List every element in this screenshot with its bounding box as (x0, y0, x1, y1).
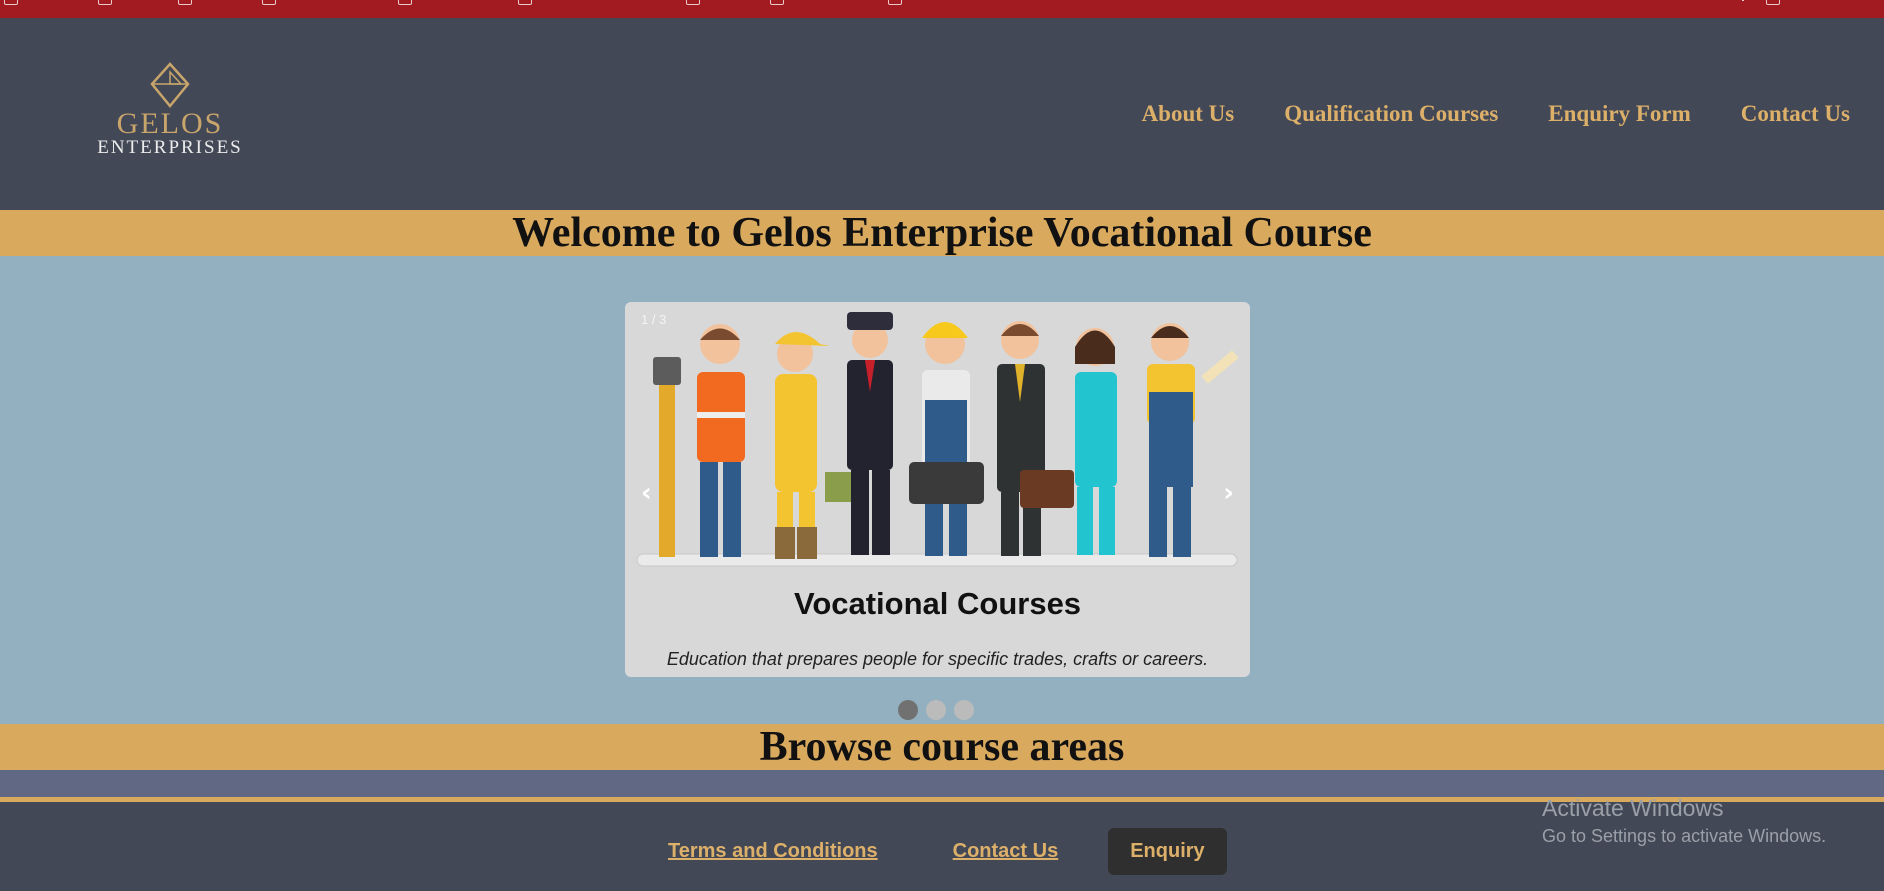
bookmark-icon[interactable] (518, 0, 532, 5)
bookmark-icon[interactable] (686, 0, 700, 5)
bookmark-icon[interactable] (1766, 0, 1780, 5)
watermark-title: Activate Windows (1542, 795, 1724, 821)
welcome-title: Welcome to Gelos Enterprise Vocational C… (512, 210, 1372, 256)
bookmark-icon[interactable] (178, 0, 192, 5)
browser-bookmarks-bar (0, 0, 1884, 18)
watermark-subtitle: Go to Settings to activate Windows. (1542, 826, 1827, 846)
browse-banner: Browse course areas (0, 724, 1884, 770)
windows-activation-watermark: Activate Windows Go to Settings to activ… (1542, 795, 1826, 847)
bookmark-icon[interactable] (4, 0, 18, 5)
next-slide-button[interactable]: › (1223, 478, 1234, 508)
carousel-dots (898, 700, 974, 720)
slide-description: Education that prepares people for speci… (666, 649, 1209, 669)
slide-title: Vocational Courses (793, 586, 1082, 621)
footer-links: Terms and Conditions Contact Us Enquiry (668, 828, 1227, 875)
bookmark-icon[interactable] (888, 0, 902, 5)
prev-slide-button[interactable]: ‹ (641, 478, 652, 508)
slide-dot-1[interactable] (898, 700, 918, 720)
bookmark-icon[interactable] (398, 0, 412, 5)
logo-subtitle: ENTERPRISES (97, 137, 243, 158)
bookmark-icon[interactable] (770, 0, 784, 5)
main-nav: About Us Qualification Courses Enquiry F… (1142, 101, 1850, 127)
logo-brand: GELOS (116, 107, 224, 140)
bookmark-icon[interactable] (98, 0, 112, 5)
nav-about-us[interactable]: About Us (1142, 101, 1235, 127)
footer-contact-link[interactable]: Contact Us (953, 840, 1059, 863)
workers-illustration (636, 312, 1239, 567)
enquiry-button[interactable]: Enquiry (1108, 828, 1227, 875)
browse-title: Browse course areas (759, 724, 1125, 770)
site-header: GELOS ENTERPRISES About Us Qualification… (0, 18, 1884, 210)
slide-dot-3[interactable] (954, 700, 974, 720)
course-carousel: 1 / 3 ‹ › Vocational Courses Education t… (625, 302, 1250, 677)
logo[interactable]: GELOS ENTERPRISES (70, 62, 270, 182)
nav-enquiry-form[interactable]: Enquiry Form (1548, 101, 1690, 127)
nav-qualification-courses[interactable]: Qualification Courses (1284, 101, 1498, 127)
slide-dot-2[interactable] (926, 700, 946, 720)
welcome-banner: Welcome to Gelos Enterprise Vocational C… (0, 210, 1884, 256)
terms-link[interactable]: Terms and Conditions (668, 840, 878, 863)
diamond-logo-icon (150, 62, 190, 108)
nav-contact-us[interactable]: Contact Us (1741, 101, 1850, 127)
bookmark-icon[interactable] (262, 0, 276, 5)
bookmark-tick-icon (1742, 0, 1744, 1)
